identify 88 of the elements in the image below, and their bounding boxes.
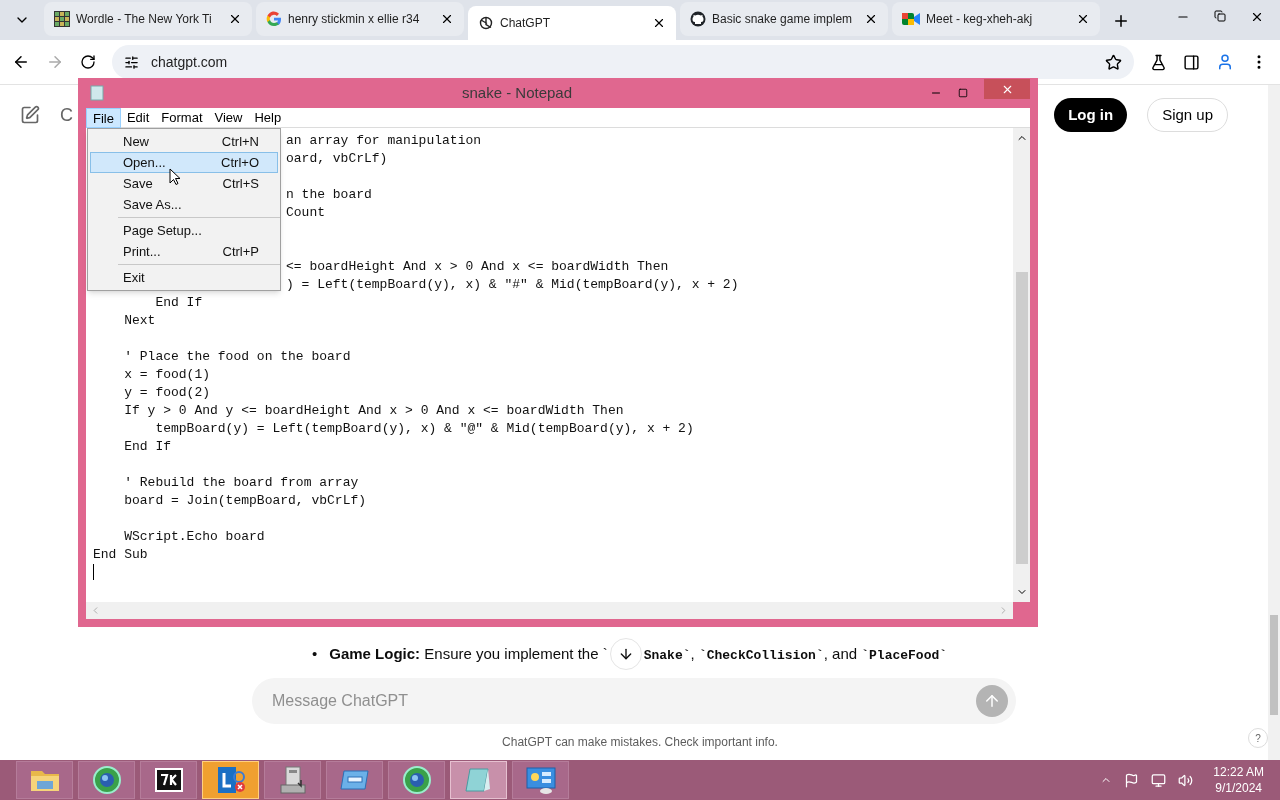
cat-logo-icon (690, 11, 706, 27)
new-chat-icon[interactable] (20, 105, 40, 125)
menu-entry[interactable]: Print... Ctrl+P (90, 241, 278, 262)
mouse-pointer-icon (169, 168, 181, 186)
close-icon[interactable] (440, 12, 454, 26)
window-title: snake - Notepad (460, 82, 574, 103)
browser-tab[interactable]: ChatGPT (468, 6, 676, 40)
clock-date: 9/1/2024 (1215, 780, 1262, 796)
text-cursor (93, 564, 94, 580)
code-line: <= boardHeight And x > 0 And x <= boardWidth Then (286, 258, 669, 276)
close-icon[interactable] (1076, 12, 1090, 26)
scroll-down-button[interactable] (609, 638, 642, 670)
code-line: End If (154, 294, 203, 312)
vertical-scrollbar[interactable] (1013, 128, 1030, 602)
code-line: y = food(2) (123, 384, 211, 402)
bullet-marker: • (312, 643, 318, 664)
scrollbar-thumb[interactable] (1015, 272, 1028, 564)
address-bar[interactable]: chatgpt.com (112, 45, 1134, 79)
menu-entry[interactable]: Save Ctrl+S (90, 173, 278, 194)
bullet-text: Snake`, `CheckCollision`, and `PlaceFood` (643, 643, 948, 665)
profile-icon[interactable] (1216, 53, 1234, 71)
grid-icon (54, 11, 70, 27)
menu-item[interactable]: View (208, 107, 249, 128)
tab-title: Basic snake game implem (712, 11, 854, 28)
clock-time: 12:22 AM (1213, 764, 1264, 780)
menu-entry[interactable]: Open... Ctrl+O (90, 152, 278, 173)
tab-title: ChatGPT (500, 15, 551, 32)
control-panel-icon (523, 765, 558, 795)
browser-tab[interactable]: Wordle - The New York Ti (44, 2, 252, 36)
close-icon[interactable] (652, 16, 666, 30)
notepad-icon (90, 85, 104, 101)
disclaimer-text: ChatGPT can make mistakes. Check important info. (502, 734, 778, 751)
code-line: Count (286, 204, 325, 222)
network-icon[interactable] (1151, 772, 1167, 788)
g-logo-icon (266, 11, 282, 27)
menu-entry[interactable]: Save As... (90, 194, 278, 215)
close-icon[interactable] (228, 12, 242, 26)
flask-icon[interactable] (1150, 53, 1167, 71)
code-line: If y > 0 And y <= boardHeight And x > 0 And x <= boardWidth Then (123, 402, 624, 420)
browser-tab[interactable]: henry stickmin x ellie r34 (256, 2, 464, 36)
code-line: End If (123, 438, 171, 456)
reload-icon[interactable] (80, 54, 96, 70)
browser-tab[interactable]: Meet - keg-xheh-akj (892, 2, 1100, 36)
menu-entry[interactable]: New Ctrl+N (90, 131, 278, 152)
code-line: ' Place the food on the board (123, 348, 351, 366)
bookmark-star-icon[interactable] (1105, 53, 1122, 71)
bullet-text: Game Logic: Ensure you implement the ` (329, 643, 608, 664)
code-line: an array for manipulation (286, 132, 482, 150)
menu-entry[interactable]: Page Setup... (90, 220, 278, 241)
code-line: Next (123, 312, 156, 330)
code-line: tempBoard(y) = Left(tempBoard(y), x) & "@" & Mid(tempBoard(y), x + 2) (154, 420, 694, 438)
menu-item[interactable]: Format (155, 107, 209, 128)
code-line: WScript.Echo board (123, 528, 265, 546)
menu-item[interactable]: Edit (120, 107, 156, 128)
code-line: board = Join(tempBoard, vbCrLf) (123, 492, 367, 510)
model-title: C (60, 103, 73, 127)
log-in-button[interactable]: Log in (1054, 98, 1128, 132)
code-line: x = food(1) (123, 366, 211, 384)
maximize-icon[interactable] (958, 88, 968, 98)
camera-icon (902, 12, 920, 26)
side-panel-icon[interactable] (1183, 53, 1200, 71)
menu-entry[interactable]: Exit (90, 267, 278, 288)
close-icon[interactable] (864, 12, 878, 26)
back-icon[interactable] (12, 53, 30, 71)
tab-title: Wordle - The New York Ti (76, 11, 213, 28)
new-tab-icon[interactable] (1112, 12, 1130, 30)
browser-tab[interactable]: Basic snake game implem (680, 2, 888, 36)
page-scrollbar[interactable] (1268, 85, 1280, 760)
site-info-icon[interactable] (124, 54, 139, 70)
code-line: ) = Left(tempBoard(y), x) & "#" & Mid(tempBoard(y), x + 2) (286, 276, 739, 294)
knot-logo-icon (478, 15, 494, 31)
url-text: chatgpt.com (151, 52, 228, 72)
message-field[interactable]: Message ChatGPT (252, 678, 1016, 724)
restore-icon[interactable] (1214, 10, 1226, 22)
volume-icon[interactable] (1178, 772, 1194, 788)
code-line: End Sub (93, 546, 148, 564)
menu-item[interactable]: Help (248, 107, 288, 128)
taskbar-app-button[interactable] (140, 761, 197, 799)
tab-title: Meet - keg-xheh-akj (926, 11, 1034, 28)
message-input[interactable]: Message ChatGPT (272, 689, 976, 713)
flag-icon[interactable] (1124, 772, 1140, 788)
scrollbar-thumb[interactable] (1270, 615, 1278, 715)
code-line: ' Rebuild the board from array (123, 474, 359, 492)
code-line: oard, vbCrLf) (286, 150, 388, 168)
menu-item[interactable]: File (86, 107, 121, 128)
code-line: n the board (286, 186, 372, 204)
tab-title: henry stickmin x ellie r34 (288, 11, 421, 28)
close-icon[interactable] (1250, 10, 1264, 24)
